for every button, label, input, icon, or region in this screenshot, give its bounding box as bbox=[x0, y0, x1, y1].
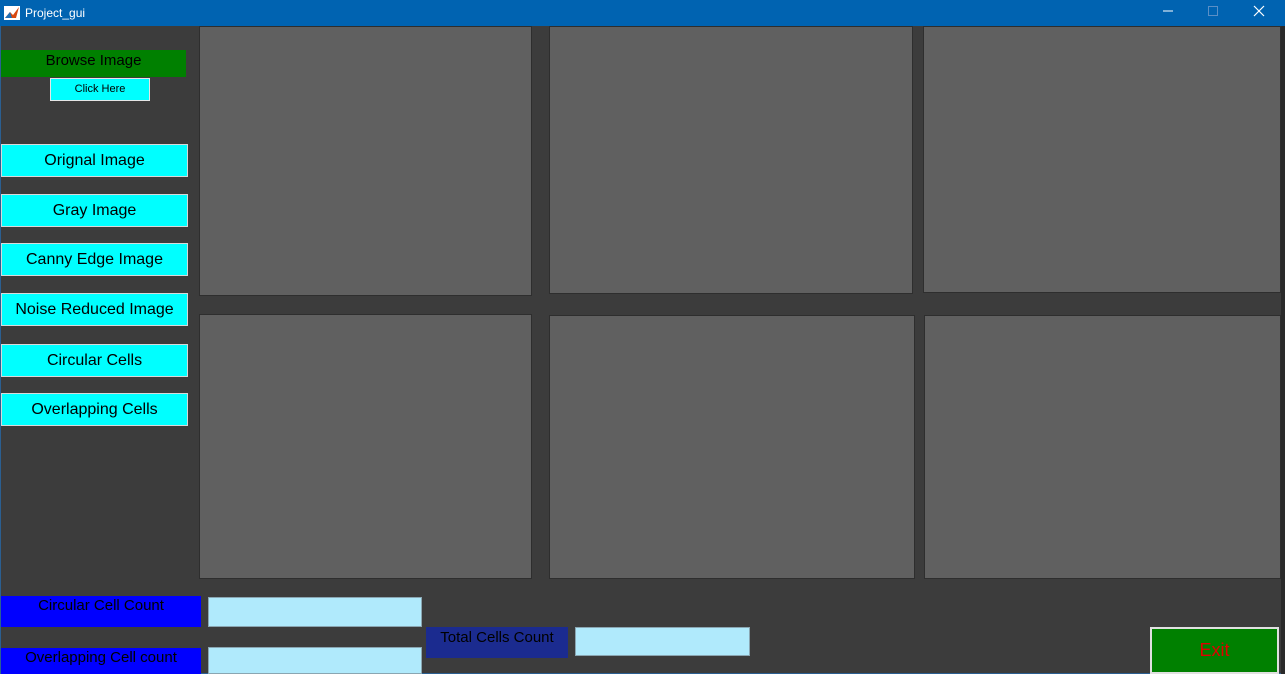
circular-cell-count-label: Circular Cell Count bbox=[1, 596, 201, 627]
overlapping-cell-count-field[interactable] bbox=[208, 647, 422, 674]
image-axes-6 bbox=[924, 315, 1281, 579]
exit-button[interactable]: Exit bbox=[1150, 627, 1279, 674]
matlab-icon bbox=[4, 6, 20, 20]
total-cells-count-label: Total Cells Count bbox=[426, 627, 568, 658]
circular-cells-button[interactable]: Circular Cells bbox=[1, 344, 188, 377]
image-axes-4 bbox=[199, 314, 532, 579]
image-axes-5 bbox=[549, 315, 915, 579]
image-axes-1 bbox=[199, 26, 532, 296]
title-bar[interactable]: Project_gui bbox=[0, 0, 1285, 26]
window-title: Project_gui bbox=[25, 6, 86, 20]
click-here-button[interactable]: Click Here bbox=[50, 78, 150, 101]
noise-reduced-image-button[interactable]: Noise Reduced Image bbox=[1, 293, 188, 326]
close-button[interactable] bbox=[1236, 0, 1282, 26]
circular-cell-count-field[interactable] bbox=[208, 597, 422, 627]
minimize-button[interactable] bbox=[1145, 0, 1191, 26]
image-axes-3 bbox=[923, 26, 1281, 293]
total-cells-count-field[interactable] bbox=[575, 627, 750, 656]
original-image-button[interactable]: Orignal Image bbox=[1, 144, 188, 177]
image-axes-2 bbox=[549, 26, 913, 294]
overlapping-cell-count-label: Overlapping Cell count bbox=[1, 648, 201, 674]
window-border bbox=[1281, 26, 1285, 674]
gray-image-button[interactable]: Gray Image bbox=[1, 194, 188, 227]
canny-edge-image-button[interactable]: Canny Edge Image bbox=[1, 243, 188, 276]
minimize-icon bbox=[1162, 4, 1174, 22]
maximize-icon bbox=[1207, 4, 1219, 22]
close-icon bbox=[1253, 4, 1265, 22]
browse-image-label: Browse Image bbox=[1, 50, 186, 77]
maximize-button[interactable] bbox=[1190, 0, 1236, 26]
overlapping-cells-button[interactable]: Overlapping Cells bbox=[1, 393, 188, 426]
